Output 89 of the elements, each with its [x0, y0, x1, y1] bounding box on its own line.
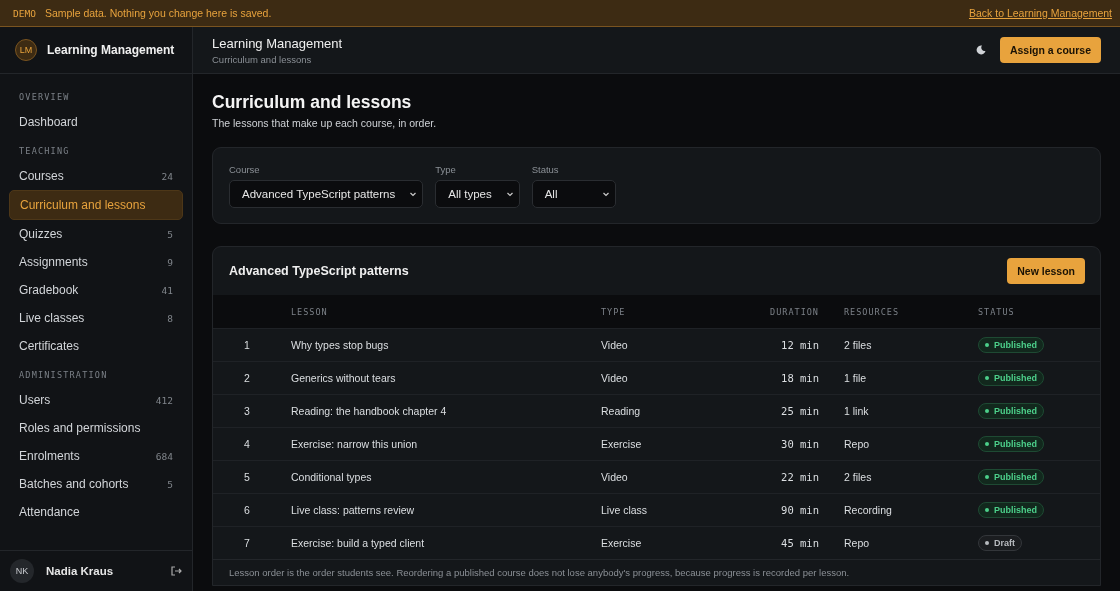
- lesson-number: 2: [244, 372, 250, 384]
- section-heading: TEACHING: [18, 145, 71, 158]
- header-subtitle: Curriculum and lessons: [212, 53, 313, 65]
- brand-avatar: LM: [15, 39, 37, 61]
- lesson-number: 5: [244, 471, 250, 483]
- page-description: The lessons that make up each course, in order.: [212, 117, 438, 129]
- lesson-resources: 1 link: [844, 405, 869, 417]
- brand-name: Learning Management: [47, 43, 175, 57]
- lesson-title: Exercise: narrow this union: [291, 438, 418, 450]
- status-badge: Published: [978, 337, 1044, 353]
- lesson-type: Video: [601, 471, 628, 483]
- moon-icon[interactable]: [975, 45, 986, 55]
- status-badge: Published: [978, 403, 1044, 419]
- sidebar-item[interactable]: Users 412: [9, 386, 183, 414]
- filter-dropdown[interactable]: Advanced TypeScript patterns: [229, 180, 424, 208]
- sidebar-item[interactable]: Enrolments 684: [9, 442, 183, 470]
- lesson-type: Live class: [601, 504, 648, 516]
- card-title: Advanced TypeScript patterns: [229, 264, 409, 278]
- sidebar-item[interactable]: Curriculum and lessons: [9, 190, 183, 220]
- chevron-icon: [601, 190, 610, 198]
- lesson-title: Live class: patterns review: [291, 504, 415, 516]
- demo-tag: DEMO: [13, 7, 36, 19]
- sidebar-item[interactable]: Courses 24: [9, 162, 183, 190]
- lesson-resources: 2 files: [844, 471, 872, 483]
- lesson-type: Video: [601, 339, 628, 351]
- status-badge: Published: [978, 436, 1044, 452]
- new-lesson-button[interactable]: New lesson: [1007, 258, 1085, 284]
- filter-label: Type: [435, 164, 457, 175]
- lesson-title: Reading: the handbook chapter 4: [291, 405, 447, 417]
- lesson-duration: 25 min: [781, 405, 819, 417]
- lesson-resources: Recording: [844, 504, 892, 516]
- lesson-type: Exercise: [601, 537, 642, 549]
- lesson-duration: 90 min: [781, 504, 819, 516]
- logout-icon[interactable]: [170, 565, 182, 577]
- column-header: TYPE: [601, 306, 626, 317]
- lesson-resources: Repo: [844, 537, 870, 549]
- lesson-duration: 12 min: [781, 339, 819, 351]
- filter-dropdown[interactable]: All: [531, 180, 616, 208]
- back-link[interactable]: Back to Learning Management: [969, 7, 1112, 19]
- lesson-duration: 22 min: [781, 471, 819, 483]
- header-title: Learning Management: [212, 35, 344, 51]
- sidebar-item[interactable]: Live classes 8: [9, 304, 183, 332]
- lesson-title: Why types stop bugs: [291, 339, 389, 351]
- lesson-title: Exercise: build a typed client: [291, 537, 425, 549]
- section-heading: ADMINISTRATION: [18, 369, 109, 382]
- status-badge: Published: [978, 502, 1044, 518]
- column-header: DURATION: [770, 306, 819, 317]
- sidebar-item[interactable]: Quizzes 5: [9, 220, 183, 248]
- chevron-icon: [409, 190, 418, 198]
- filter-dropdown[interactable]: All types: [435, 180, 520, 208]
- lesson-resources: 2 files: [844, 339, 872, 351]
- lesson-type: Reading: [601, 405, 641, 417]
- lesson-number: 1: [244, 339, 250, 351]
- sidebar-item[interactable]: Attendance: [9, 498, 183, 526]
- column-header: STATUS: [978, 306, 1015, 317]
- sidebar-item[interactable]: Assignments 9: [9, 248, 183, 276]
- lesson-type: Exercise: [601, 438, 642, 450]
- lesson-number: 6: [244, 504, 250, 516]
- column-header: LESSON: [291, 306, 328, 317]
- user-name: Nadia Kraus: [46, 565, 115, 577]
- lesson-resources: 1 file: [844, 372, 867, 384]
- sidebar-item[interactable]: Roles and permissions: [9, 414, 183, 442]
- lesson-title: Conditional types: [291, 471, 372, 483]
- lesson-resources: Repo: [844, 438, 870, 450]
- status-badge: Draft: [978, 535, 1022, 551]
- sidebar-item[interactable]: Batches and cohorts 5: [9, 470, 183, 498]
- footnote: Lesson order is the order students see. Reordering a published course does not lose anybody's progress, because progress is recorded per lesson.: [229, 567, 850, 578]
- chevron-icon: [505, 190, 514, 198]
- filter-label: Course: [229, 164, 261, 175]
- sidebar-item[interactable]: Dashboard: [9, 108, 183, 136]
- assign-course-button[interactable]: Assign a course: [999, 37, 1101, 63]
- column-header: RESOURCES: [844, 306, 900, 317]
- lesson-number: 7: [244, 537, 250, 549]
- lesson-title: Generics without tears: [291, 372, 396, 384]
- user-avatar: NK: [10, 559, 34, 583]
- lesson-type: Video: [601, 372, 628, 384]
- lesson-duration: 18 min: [781, 372, 819, 384]
- demo-message: Sample data. Nothing you change here is saved.: [44, 7, 273, 19]
- lesson-duration: 30 min: [781, 438, 819, 450]
- lesson-number: 3: [244, 405, 250, 417]
- lesson-number: 4: [244, 438, 250, 450]
- sidebar-item[interactable]: Gradebook 41: [9, 276, 183, 304]
- sidebar-item[interactable]: Certificates: [9, 332, 183, 360]
- status-badge: Published: [978, 469, 1044, 485]
- status-badge: Published: [978, 370, 1044, 386]
- filter-label: Status: [531, 164, 560, 175]
- section-heading: OVERVIEW: [18, 91, 71, 104]
- lesson-duration: 45 min: [781, 537, 819, 549]
- page-title: Curriculum and lessons: [212, 92, 413, 113]
